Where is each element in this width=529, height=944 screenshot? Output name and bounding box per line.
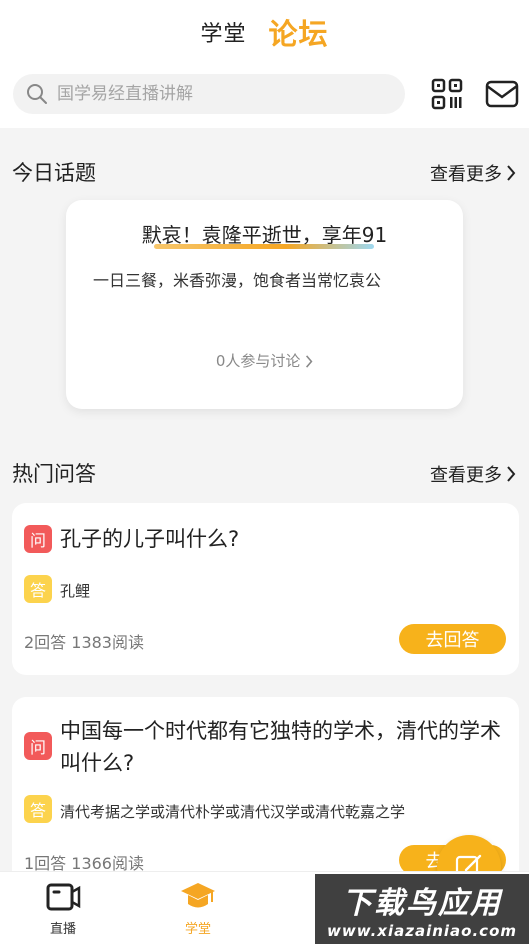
question-text: 孔子的儿子叫什么? <box>60 527 240 551</box>
question-badge: 问 <box>24 525 52 553</box>
qa-stats: 2回答 1383阅读 <box>24 633 144 652</box>
hot-qa-more-link[interactable]: 查看更多 <box>430 461 516 487</box>
join-count: 0人参与讨论 <box>215 352 301 370</box>
chevron-right-icon <box>507 165 516 181</box>
chevron-right-icon <box>306 355 313 368</box>
live-camera-icon <box>46 883 81 911</box>
more-label: 查看更多 <box>430 465 502 486</box>
answer-badge: 答 <box>24 575 52 603</box>
today-topics-more-link[interactable]: 查看更多 <box>430 160 516 186</box>
graduation-cap-icon <box>181 883 215 908</box>
topic-join-link[interactable]: 0人参与讨论 <box>66 350 463 371</box>
question-badge: 问 <box>24 732 52 760</box>
answer-text: 孔鲤 <box>60 582 91 600</box>
answer-text: 清代考据之学或清代朴学或清代汉学或清代乾嘉之学 <box>60 803 406 821</box>
nav-item-xuetang[interactable]: 学堂 <box>163 880 233 937</box>
watermark-url: www.xiazainiao.com <box>326 922 518 940</box>
chevron-right-icon <box>507 466 516 482</box>
section-title-hot-qa: 热门问答 <box>12 462 96 486</box>
qa-card[interactable]: 问 孔子的儿子叫什么? 答 孔鲤 2回答 1383阅读 去回答 <box>12 503 519 675</box>
header-tabs: 学堂 论坛 <box>0 10 529 54</box>
top-header: 学堂 论坛 <box>0 0 529 128</box>
topic-card[interactable]: 默哀！袁隆平逝世，享年91 一日三餐，米香弥漫，饱食者当常忆袁公 0人参与讨论 <box>66 200 463 409</box>
mail-icon[interactable] <box>485 78 519 110</box>
watermark: 下载鸟应用 www.xiazainiao.com <box>315 874 529 944</box>
nav-label: 学堂 <box>184 922 211 937</box>
nav-label: 直播 <box>49 922 76 937</box>
tab-luntan[interactable]: 论坛 <box>269 11 329 53</box>
topic-title: 默哀！袁隆平逝世，享年91 <box>141 223 388 247</box>
nav-item-live[interactable]: 直播 <box>28 880 98 937</box>
search-bar[interactable] <box>13 74 405 114</box>
search-input[interactable] <box>57 84 377 104</box>
more-label: 查看更多 <box>430 164 502 185</box>
qr-code-icon[interactable] <box>431 78 463 110</box>
question-text: 中国每一个时代都有它独特的学术，清代的学术叫什么? <box>60 719 501 775</box>
answer-button[interactable]: 去回答 <box>399 624 506 654</box>
tab-xuetang[interactable]: 学堂 <box>200 16 246 48</box>
watermark-title: 下载鸟应用 <box>342 886 502 921</box>
answer-badge: 答 <box>24 795 52 823</box>
section-title-today-topics: 今日话题 <box>12 161 96 185</box>
search-icon <box>27 84 47 104</box>
topic-description: 一日三餐，米香弥漫，饱食者当常忆袁公 <box>93 271 382 290</box>
